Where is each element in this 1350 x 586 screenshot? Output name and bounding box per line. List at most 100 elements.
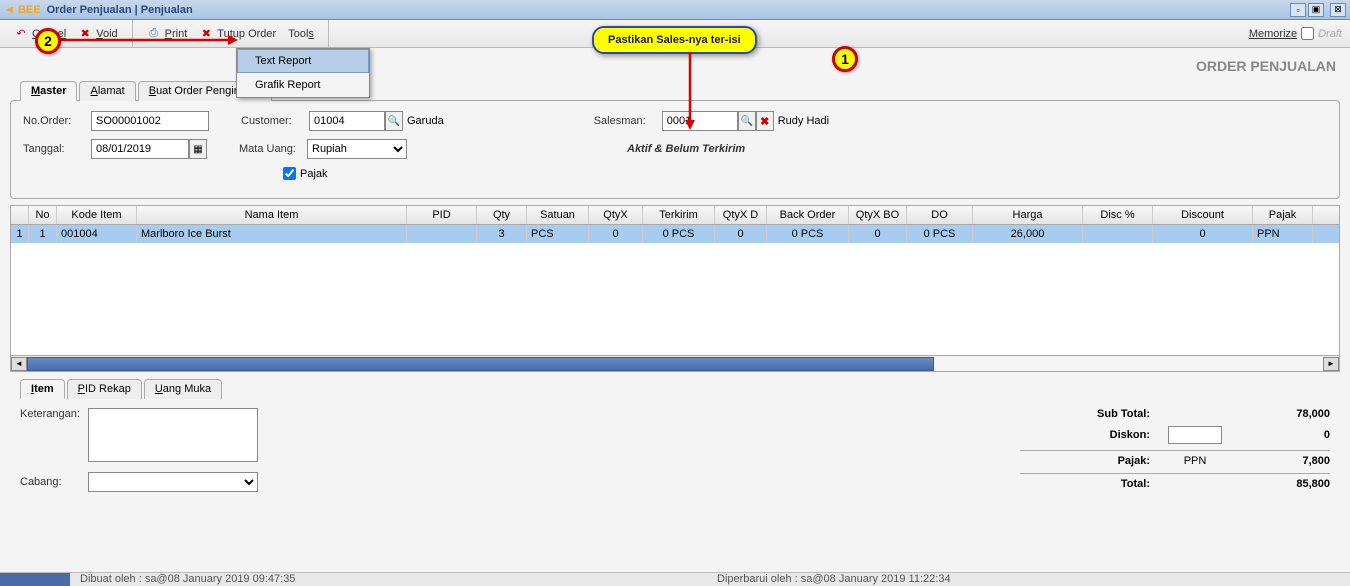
- page-title: ORDER PENJUALAN: [4, 52, 1346, 80]
- col-qtyx[interactable]: QtyX: [589, 206, 643, 224]
- annotation-badge-2: 2: [35, 28, 61, 54]
- salesman-lookup-button[interactable]: 🔍: [738, 111, 756, 131]
- field-no-order: No.Order:: [23, 111, 209, 131]
- col-pid[interactable]: PID: [407, 206, 477, 224]
- table-row[interactable]: 1 1 001004 Marlboro Ice Burst 3 PCS 0 0 …: [11, 225, 1339, 243]
- pajak-total-label: Pajak:: [1070, 455, 1150, 467]
- col-satuan[interactable]: Satuan: [527, 206, 589, 224]
- cell-qty: 3: [477, 225, 527, 243]
- scroll-thumb[interactable]: [27, 357, 934, 371]
- col-kode-item[interactable]: Kode Item: [57, 206, 137, 224]
- close-window-button[interactable]: ⊠: [1330, 3, 1346, 17]
- undo-icon: ↶: [14, 27, 28, 41]
- status-updated: Diperbarui oleh : sa@08 January 2019 11:…: [713, 573, 1350, 586]
- salesman-label: Salesman:: [594, 115, 662, 127]
- status-field: Aktif & Belum Terkirim: [627, 143, 745, 155]
- customer-name: Garuda: [407, 115, 444, 127]
- diskon-label: Diskon:: [1070, 429, 1150, 441]
- col-qty[interactable]: Qty: [477, 206, 527, 224]
- col-discp[interactable]: Disc %: [1083, 206, 1153, 224]
- col-do[interactable]: DO: [907, 206, 973, 224]
- tanggal-label: Tanggal:: [23, 143, 91, 155]
- tanggal-input[interactable]: [91, 139, 189, 159]
- customer-lookup-button[interactable]: 🔍: [385, 111, 403, 131]
- status-created: Dibuat oleh : sa@08 January 2019 09:47:3…: [76, 573, 713, 586]
- items-grid: No Kode Item Nama Item PID Qty Satuan Qt…: [10, 205, 1340, 372]
- customer-input[interactable]: [309, 111, 385, 131]
- pajak-label: Pajak: [300, 168, 328, 180]
- form-panel: No.Order: Customer: 🔍 Garuda Salesman: 🔍…: [10, 100, 1340, 199]
- totals-panel: Sub Total: 78,000 Diskon: 0 Pajak: PPN 7…: [1020, 408, 1330, 502]
- cell-qtyxbo: 0: [849, 225, 907, 243]
- salesman-input[interactable]: [662, 111, 738, 131]
- keterangan-input[interactable]: [88, 408, 258, 462]
- pajak-type: PPN: [1160, 455, 1230, 467]
- annotation-badge-1: 1: [832, 46, 858, 72]
- tab-master[interactable]: Master: [20, 81, 77, 101]
- field-cabang: Cabang:: [20, 472, 1000, 492]
- cell-qtyxd: 0: [715, 225, 767, 243]
- cabang-select[interactable]: [88, 472, 258, 492]
- col-nama-item[interactable]: Nama Item: [137, 206, 407, 224]
- cell-kode: 001004: [57, 225, 137, 243]
- pajak-value: 7,800: [1240, 455, 1330, 467]
- grid-body: 1 1 001004 Marlboro Ice Burst 3 PCS 0 0 …: [11, 225, 1339, 355]
- col-terkirim[interactable]: Terkirim: [643, 206, 715, 224]
- annotation-arrow-1: [682, 52, 698, 132]
- maximize-button[interactable]: ▣: [1308, 3, 1324, 17]
- field-keterangan: Keterangan:: [20, 408, 1000, 462]
- col-pajak[interactable]: Pajak: [1253, 206, 1313, 224]
- col-discount[interactable]: Discount: [1153, 206, 1253, 224]
- cell-pajak: PPN: [1253, 225, 1313, 243]
- menu-text-report[interactable]: Text Report: [237, 49, 369, 73]
- cell-nama: Marlboro Ice Burst: [137, 225, 407, 243]
- salesman-name: Rudy Hadi: [778, 115, 829, 127]
- col-backorder[interactable]: Back Order: [767, 206, 849, 224]
- mata-uang-select[interactable]: Rupiah: [307, 139, 407, 159]
- cell-discount: 0: [1153, 225, 1253, 243]
- field-tanggal: Tanggal: ▦: [23, 139, 207, 159]
- col-qtyxbo[interactable]: QtyX BO: [849, 206, 907, 224]
- tab-pid-rekap[interactable]: PID Rekap: [67, 379, 142, 399]
- tab-uang-muka[interactable]: Uang Muka: [144, 379, 222, 399]
- salesman-clear-button[interactable]: ✖: [756, 111, 774, 131]
- customer-label: Customer:: [241, 115, 309, 127]
- col-no[interactable]: No: [29, 206, 57, 224]
- field-salesman: Salesman: 🔍 ✖ Rudy Hadi: [594, 111, 829, 131]
- cell-satuan: PCS: [527, 225, 589, 243]
- memorize-checkbox[interactable]: [1301, 27, 1314, 40]
- col-harga[interactable]: Harga: [973, 206, 1083, 224]
- tab-alamat[interactable]: Alamat: [79, 81, 135, 101]
- minimize-button[interactable]: ▫: [1290, 3, 1306, 17]
- date-picker-button[interactable]: ▦: [189, 139, 207, 159]
- memorize-group: Memorize Draft: [1249, 27, 1342, 40]
- subtotal-value: 78,000: [1240, 408, 1330, 420]
- subtotal-label: Sub Total:: [1070, 408, 1150, 420]
- tools-button[interactable]: Tools: [282, 26, 320, 42]
- cell-terkirim: 0 PCS: [643, 225, 715, 243]
- cell-harga: 26,000: [973, 225, 1083, 243]
- footer-panel: Keterangan: Cabang: Sub Total: 78,000 Di…: [4, 398, 1346, 512]
- annotation-callout: Pastikan Sales-nya ter-isi: [592, 26, 757, 54]
- window-title: Order Penjualan | Penjualan: [47, 4, 1288, 16]
- col-rownum: [11, 206, 29, 224]
- scroll-left-button[interactable]: ◄: [11, 357, 27, 371]
- tab-item[interactable]: Item: [20, 379, 65, 399]
- scroll-track[interactable]: [27, 357, 1323, 371]
- horizontal-scrollbar[interactable]: ◄ ►: [11, 355, 1339, 371]
- cell-backorder: 0 PCS: [767, 225, 849, 243]
- scroll-right-button[interactable]: ►: [1323, 357, 1339, 371]
- menu-grafik-report[interactable]: Grafik Report: [237, 73, 369, 97]
- cell-discp: [1083, 225, 1153, 243]
- field-mata-uang: Mata Uang: Rupiah: [239, 139, 407, 159]
- memorize-label[interactable]: Memorize: [1249, 28, 1297, 40]
- pajak-checkbox[interactable]: [283, 167, 296, 180]
- cell-rn: 1: [11, 225, 29, 243]
- col-qtyxd[interactable]: QtyX D: [715, 206, 767, 224]
- total-label: Total:: [1070, 478, 1150, 490]
- no-order-input[interactable]: [91, 111, 209, 131]
- diskon-value: 0: [1240, 429, 1330, 441]
- body-area: ORDER PENJUALAN Master Alamat Buat Order…: [0, 48, 1350, 574]
- diskon-input[interactable]: [1168, 426, 1222, 444]
- status-text: Aktif & Belum Terkirim: [627, 143, 745, 155]
